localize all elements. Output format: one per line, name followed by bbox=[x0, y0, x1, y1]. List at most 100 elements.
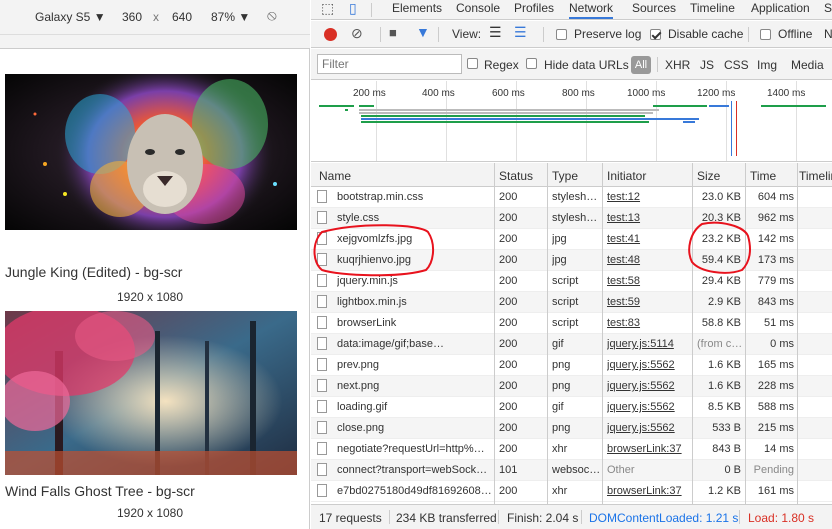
tab-sources[interactable]: Sources bbox=[632, 1, 676, 15]
camera-icon[interactable]: ■ bbox=[389, 25, 397, 40]
table-row[interactable]: connect?transport=webSock… 101 websoc… Othe… bbox=[311, 460, 832, 481]
rotate-icon[interactable]: ⦸ bbox=[267, 7, 277, 24]
filter-js[interactable]: JS bbox=[700, 58, 714, 72]
request-name: negotiate?requestUrl=http%… bbox=[337, 443, 485, 455]
column-time[interactable]: Time bbox=[750, 169, 776, 183]
column-status[interactable]: Status bbox=[499, 169, 533, 183]
request-status: 200 bbox=[499, 254, 518, 266]
table-row[interactable]: style.css 200 stylesh… test:13 20.3 KB 962 ms bbox=[311, 208, 832, 229]
toolbar-divider bbox=[380, 27, 381, 42]
regex-checkbox[interactable] bbox=[467, 58, 478, 69]
table-row[interactable]: kuqrjhienvo.jpg 200 jpg test:48 59.4 KB 173 m… bbox=[311, 250, 832, 271]
filter-img[interactable]: Img bbox=[757, 58, 777, 72]
preserve-log-checkbox[interactable] bbox=[556, 29, 567, 40]
request-initiator[interactable]: browserLink:37 bbox=[607, 443, 690, 455]
request-size: 1.6 KB bbox=[707, 359, 741, 371]
request-initiator[interactable]: browserLink:37 bbox=[607, 485, 690, 497]
request-initiator[interactable]: test:83 bbox=[607, 317, 690, 329]
list-view-icon[interactable]: ☰ bbox=[489, 24, 502, 41]
device-toolbar: Galaxy S5 ▼ 360 x 640 87% ▼ ⦸ bbox=[0, 0, 310, 35]
request-status: 200 bbox=[499, 275, 518, 287]
request-time: 161 ms bbox=[757, 485, 794, 497]
column-size[interactable]: Size bbox=[697, 169, 720, 183]
request-size: (from c… bbox=[697, 338, 741, 350]
tree-image[interactable] bbox=[5, 311, 297, 475]
request-time: 228 ms bbox=[757, 380, 794, 392]
request-time: 588 ms bbox=[757, 401, 794, 413]
request-initiator[interactable]: jquery.js:5562 bbox=[607, 380, 690, 392]
table-row[interactable]: jquery.min.js 200 script test:58 29.4 KB 779 … bbox=[311, 271, 832, 292]
table-row[interactable]: lightbox.min.js 200 script test:59 2.9 KB 843… bbox=[311, 292, 832, 313]
lion-image[interactable] bbox=[5, 74, 297, 230]
request-initiator[interactable]: jquery.js:5562 bbox=[607, 401, 690, 413]
request-status: 200 bbox=[499, 191, 518, 203]
request-type: png bbox=[552, 422, 571, 434]
tab-network[interactable]: Network bbox=[569, 1, 614, 19]
view-label: View: bbox=[452, 27, 482, 41]
request-time: 843 ms bbox=[757, 296, 794, 308]
throttling-select[interactable]: N bbox=[824, 27, 832, 41]
device-width-input[interactable]: 360 bbox=[122, 10, 142, 24]
tab-timeline[interactable]: Timeline bbox=[690, 1, 735, 15]
table-row[interactable]: e7bd0275180d49df81692608… 200 xhr browserLi… bbox=[311, 481, 832, 502]
zoom-select[interactable]: 87% ▼ bbox=[211, 10, 250, 24]
request-initiator[interactable]: test:13 bbox=[607, 212, 690, 224]
filter-all-button[interactable]: All bbox=[631, 56, 651, 74]
request-status: 200 bbox=[499, 296, 518, 308]
tab-divider bbox=[371, 3, 372, 17]
table-row[interactable]: close.png 200 png jquery.js:5562 533 B 215 ms bbox=[311, 418, 832, 439]
table-row[interactable]: bootstrap.min.css 200 stylesh… test:12 23.0 … bbox=[311, 187, 832, 208]
filter-css[interactable]: CSS bbox=[724, 58, 749, 72]
record-icon[interactable] bbox=[324, 28, 337, 41]
filter-input[interactable] bbox=[317, 54, 462, 74]
inspect-icon[interactable]: ⬚ bbox=[321, 0, 334, 17]
filter-icon[interactable]: ▼ bbox=[416, 24, 430, 40]
filter-xhr[interactable]: XHR bbox=[665, 58, 690, 72]
device-select[interactable]: Galaxy S5 ▼ bbox=[35, 10, 106, 24]
request-type: script bbox=[552, 275, 579, 287]
column-initiator[interactable]: Initiator bbox=[607, 169, 646, 183]
column-type[interactable]: Type bbox=[552, 169, 578, 183]
disable-cache-checkbox[interactable] bbox=[650, 29, 661, 40]
tab-application[interactable]: Application bbox=[751, 1, 810, 15]
device-height-input[interactable]: 640 bbox=[172, 10, 192, 24]
table-row[interactable]: browserLink 200 script test:83 58.8 KB 51 ms bbox=[311, 313, 832, 334]
request-initiator[interactable]: test:59 bbox=[607, 296, 690, 308]
load-time: Load: 1.80 s bbox=[748, 511, 815, 525]
tab-elements[interactable]: Elements bbox=[392, 1, 442, 15]
table-row[interactable]: negotiate?requestUrl=http%… 200 xhr browser… bbox=[311, 439, 832, 460]
request-size: 1.6 KB bbox=[707, 380, 741, 392]
tab-console[interactable]: Console bbox=[456, 1, 500, 15]
dimension-separator: x bbox=[153, 10, 159, 24]
offline-checkbox[interactable] bbox=[760, 29, 771, 40]
hide-data-urls-checkbox[interactable] bbox=[526, 58, 537, 69]
request-initiator[interactable]: jquery.js:5114 bbox=[607, 338, 690, 350]
waterfall-view-icon[interactable]: ☰ bbox=[514, 24, 527, 41]
request-initiator[interactable]: jquery.js:5562 bbox=[607, 422, 690, 434]
tab-overflow[interactable]: S bbox=[824, 1, 832, 15]
request-initiator[interactable]: test:41 bbox=[607, 233, 690, 245]
request-status: 200 bbox=[499, 443, 518, 455]
table-row[interactable]: xejgvomlzfs.jpg 200 jpg test:41 23.2 KB 142 m… bbox=[311, 229, 832, 250]
column-timeline[interactable]: Timeline bbox=[799, 169, 832, 183]
request-initiator[interactable]: jquery.js:5562 bbox=[607, 359, 690, 371]
timeline-overview[interactable]: 200 ms 400 ms 600 ms 800 ms 1000 ms 1200… bbox=[311, 81, 832, 162]
clear-icon[interactable]: ⊘ bbox=[351, 25, 363, 42]
request-size: 843 B bbox=[712, 443, 741, 455]
regex-label: Regex bbox=[484, 58, 519, 72]
table-row[interactable]: prev.png 200 png jquery.js:5562 1.6 KB 165 ms bbox=[311, 355, 832, 376]
file-icon bbox=[317, 295, 327, 308]
table-row[interactable]: loading.gif 200 gif jquery.js:5562 8.5 KB 588… bbox=[311, 397, 832, 418]
file-icon bbox=[317, 484, 327, 497]
finish-time: Finish: 2.04 s bbox=[507, 511, 579, 525]
request-initiator[interactable]: test:58 bbox=[607, 275, 690, 287]
table-row[interactable]: data:image/gif;base… 200 gif jquery.js:5114… bbox=[311, 334, 832, 355]
device-toggle-icon[interactable]: ▯ bbox=[349, 0, 357, 17]
offline-label: Offline bbox=[778, 27, 813, 41]
request-initiator[interactable]: test:48 bbox=[607, 254, 690, 266]
request-initiator[interactable]: test:12 bbox=[607, 191, 690, 203]
column-name[interactable]: Name bbox=[319, 169, 351, 183]
filter-media[interactable]: Media bbox=[791, 58, 824, 72]
table-row[interactable]: next.png 200 png jquery.js:5562 1.6 KB 228 ms bbox=[311, 376, 832, 397]
tab-profiles[interactable]: Profiles bbox=[514, 1, 554, 15]
